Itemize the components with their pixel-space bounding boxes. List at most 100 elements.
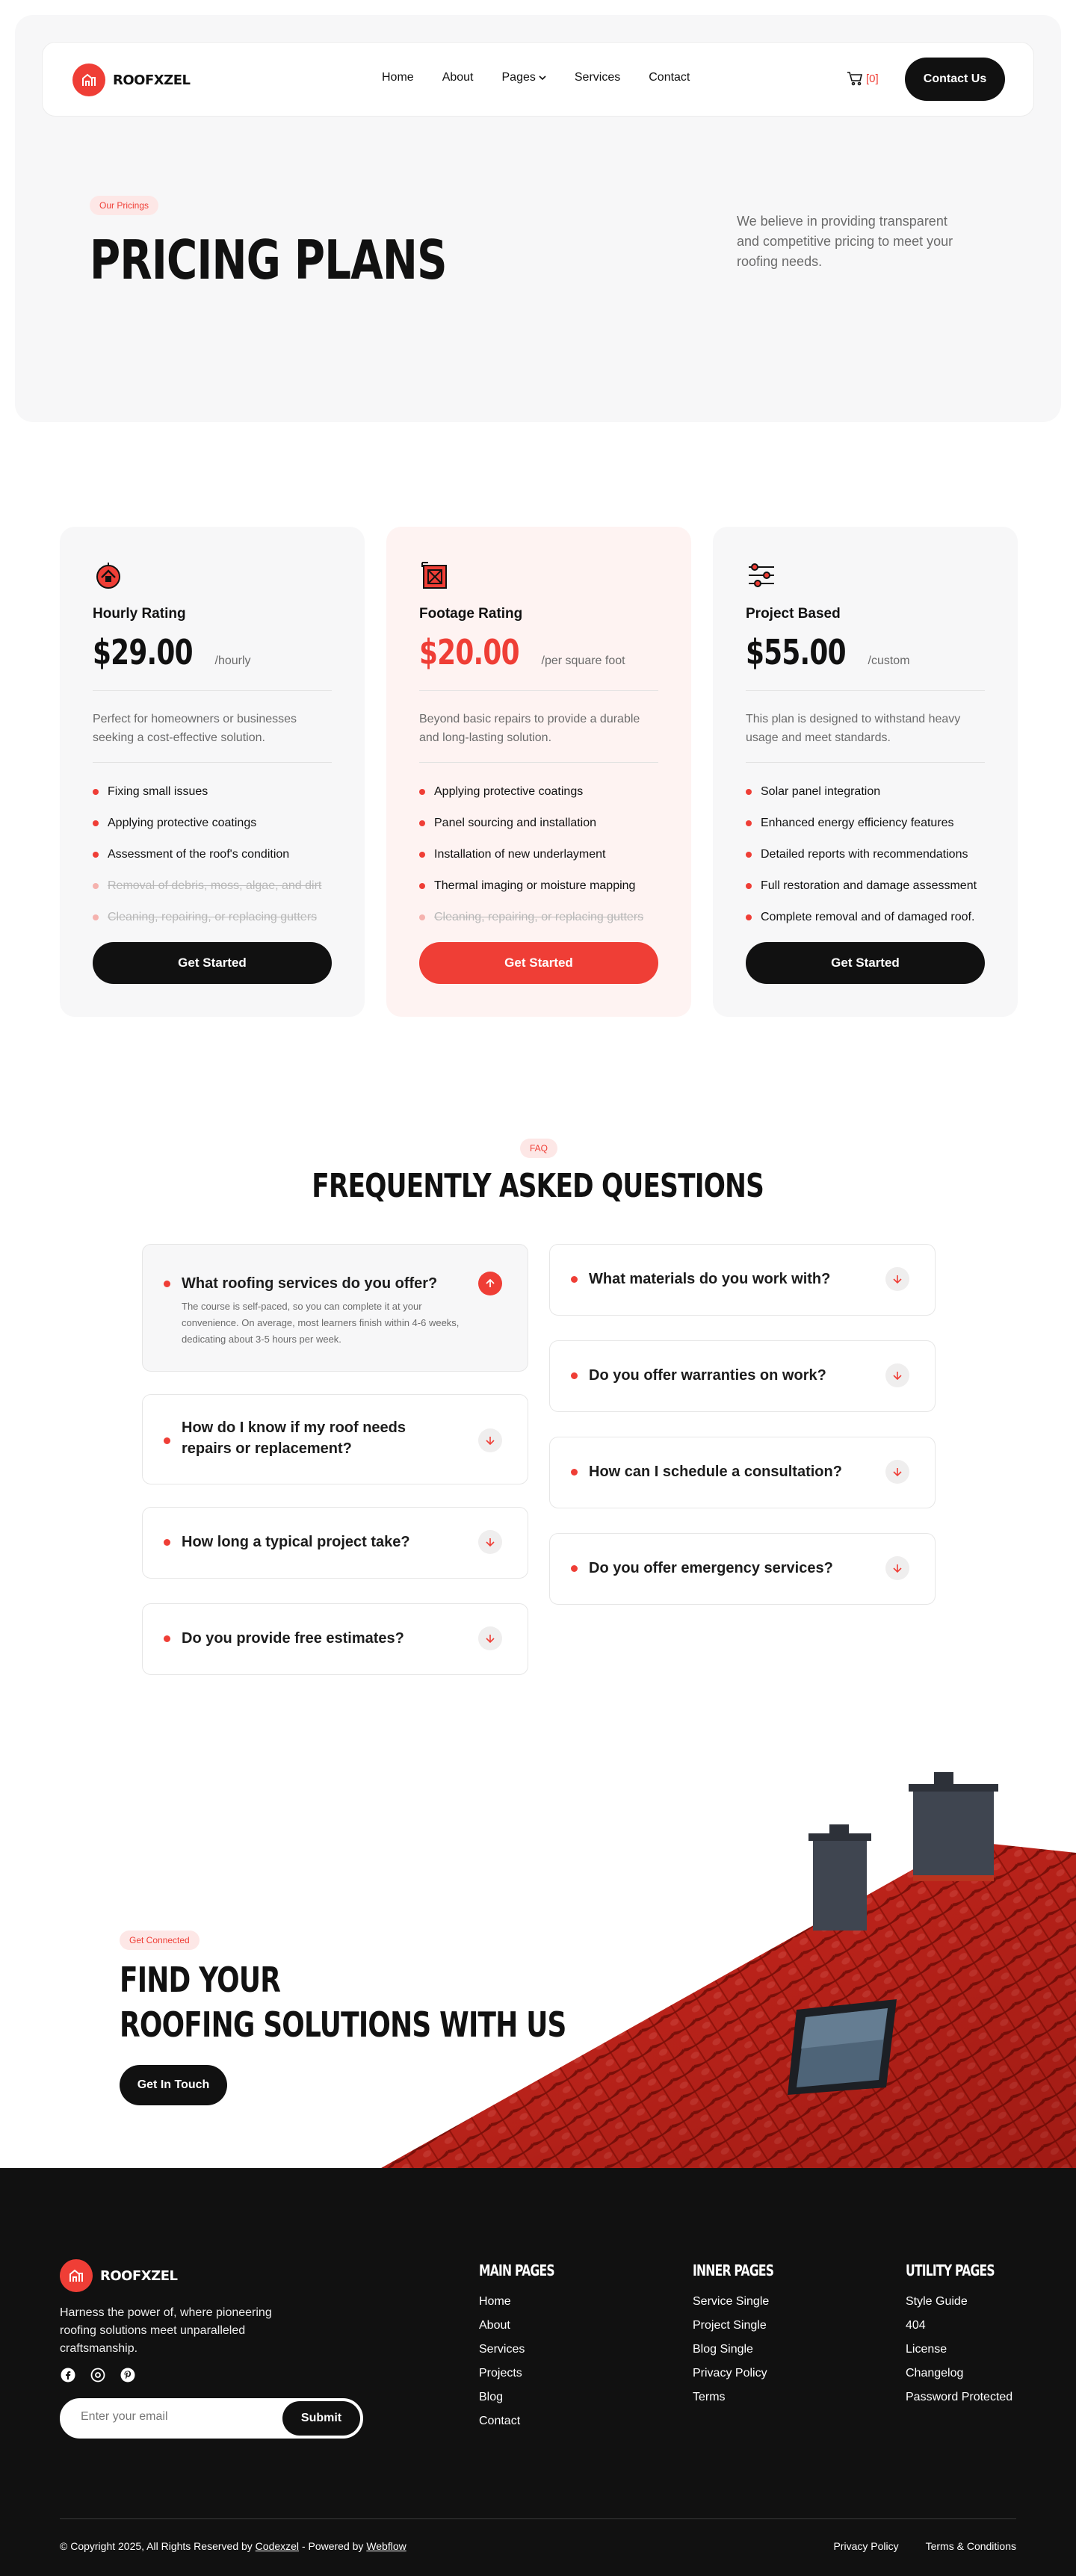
footer-link[interactable]: Blog Single — [693, 2338, 797, 2362]
bullet-icon — [93, 883, 99, 889]
bullet-icon — [746, 914, 752, 920]
plan-price-unit: /per square foot — [541, 654, 625, 667]
arrow-down-icon[interactable] — [478, 1530, 502, 1554]
arrow-up-icon[interactable] — [478, 1272, 502, 1295]
arrow-down-icon[interactable] — [885, 1363, 909, 1387]
faq-item[interactable]: Do you provide free estimates? — [142, 1603, 528, 1675]
plan-feature-text: Cleaning, repairing, or replacing gutter… — [434, 911, 644, 923]
arrow-down-icon[interactable] — [885, 1460, 909, 1484]
cta-title: FIND YOUR ROOFING SOLUTIONS WITH US — [120, 1957, 692, 2047]
plan-feature: Removal of debris, moss, algae, and dirt — [93, 870, 321, 902]
bullet-icon — [746, 852, 752, 858]
plan-feature-text: Applying protective coatings — [434, 785, 584, 798]
pricing-card: Project Based $55.00 /custom This plan i… — [713, 527, 1018, 1017]
footer-link[interactable]: About — [479, 2314, 575, 2338]
faq-title-text: FREQUENTLY ASKED QUESTIONS — [312, 1167, 765, 1205]
footer-link[interactable]: Contact — [479, 2409, 575, 2433]
bullet-icon — [571, 1276, 578, 1283]
privacy-policy-link[interactable]: Privacy Policy — [833, 2540, 898, 2552]
plan-name: Footage Rating — [419, 606, 523, 622]
footer-link[interactable]: Style Guide — [906, 2290, 1019, 2314]
contact-us-button[interactable]: Contact Us — [905, 58, 1005, 101]
footer-link[interactable]: Password Protected — [906, 2385, 1019, 2409]
bullet-icon — [164, 1281, 170, 1287]
faq-question: What materials do you work with? — [589, 1271, 831, 1287]
faq-pill: FAQ — [520, 1139, 558, 1158]
submit-button[interactable]: Submit — [282, 2401, 360, 2436]
plan-price-amount: $20.00 — [419, 630, 548, 675]
arrow-down-icon[interactable] — [885, 1556, 909, 1580]
arrow-down-icon[interactable] — [885, 1267, 909, 1291]
bullet-icon — [93, 820, 99, 826]
footer-column-title: UTILITY PAGES — [906, 2261, 1019, 2281]
plan-feature-text: Applying protective coatings — [108, 817, 257, 829]
roof-badge-icon — [93, 560, 124, 591]
dribbble-icon[interactable] — [90, 2367, 106, 2383]
footer-link[interactable]: Privacy Policy — [693, 2362, 797, 2385]
faq-item[interactable]: How can I schedule a consultation? — [549, 1437, 936, 1508]
faq-answer: The course is self-paced, so you can com… — [182, 1301, 460, 1345]
get-started-button[interactable]: Get Started — [419, 942, 658, 984]
pinterest-icon[interactable] — [120, 2367, 136, 2383]
faq-item[interactable]: Do you offer warranties on work? — [549, 1340, 936, 1412]
divider — [93, 690, 332, 691]
brand-logo[interactable]: ROOFXZEL — [72, 64, 191, 96]
nav-home[interactable]: Home — [382, 71, 414, 84]
bullet-icon — [571, 1565, 578, 1572]
email-input[interactable] — [81, 2410, 260, 2424]
get-started-button[interactable]: Get Started — [746, 942, 985, 984]
get-started-button[interactable]: Get Started — [93, 942, 332, 984]
plan-feature-text: Complete removal and of damaged roof. — [761, 911, 975, 923]
arrow-down-icon[interactable] — [478, 1626, 502, 1650]
faq-item[interactable]: How do I know if my roof needs repairs o… — [142, 1394, 528, 1484]
footer-link[interactable]: Services — [479, 2338, 575, 2362]
bullet-icon — [164, 1539, 170, 1546]
faq-item[interactable]: Do you offer emergency services? — [549, 1533, 936, 1605]
plan-feature-text: Solar panel integration — [761, 785, 881, 798]
divider — [746, 762, 985, 763]
bullet-icon — [419, 883, 425, 889]
terms-link[interactable]: Terms & Conditions — [926, 2540, 1016, 2552]
plan-feature: Applying protective coatings — [93, 808, 321, 839]
plan-feature: Cleaning, repairing, or replacing gutter… — [93, 902, 321, 933]
page-title: PRICING PLANS — [90, 230, 548, 291]
faq-question: Do you offer emergency services? — [589, 1560, 833, 1576]
faq-item[interactable]: What roofing services do you offer? The … — [142, 1244, 528, 1372]
facebook-icon[interactable] — [60, 2367, 76, 2383]
faq-item[interactable]: How long a typical project take? — [142, 1507, 528, 1579]
footer-link[interactable]: Home — [479, 2290, 575, 2314]
plan-description: This plan is designed to withstand heavy… — [746, 713, 961, 744]
footer-link[interactable]: Terms — [693, 2385, 797, 2409]
divider — [419, 762, 658, 763]
footer-logo[interactable]: ROOFXZEL — [60, 2259, 178, 2292]
footer-link[interactable]: Blog — [479, 2385, 575, 2409]
footer-link[interactable]: 404 — [906, 2314, 1019, 2338]
footer-link[interactable]: Project Single — [693, 2314, 797, 2338]
bullet-icon — [419, 852, 425, 858]
nav-services[interactable]: Services — [575, 71, 620, 84]
footer-link[interactable]: Changelog — [906, 2362, 1019, 2385]
arrow-down-icon[interactable] — [478, 1428, 502, 1452]
nav-pages[interactable]: Pages — [502, 71, 546, 84]
plan-price-unit: /custom — [868, 654, 910, 667]
footer-link[interactable]: Service Single — [693, 2290, 797, 2314]
get-in-touch-button[interactable]: Get In Touch — [120, 2065, 227, 2105]
nav-about[interactable]: About — [442, 71, 474, 84]
faq-question: What roofing services do you offer? — [182, 1275, 438, 1292]
cart-count: [0] — [866, 72, 879, 85]
bullet-icon — [419, 789, 425, 795]
plan-features: Fixing small issues Applying protective c… — [93, 776, 321, 933]
footer-link[interactable]: License — [906, 2338, 1019, 2362]
plan-feature-text: Installation of new underlayment — [434, 848, 606, 861]
faq-item[interactable]: What materials do you work with? — [549, 1244, 936, 1316]
bullet-icon — [93, 852, 99, 858]
webflow-link[interactable]: Webflow — [366, 2540, 406, 2552]
footer-column-title-text: UTILITY PAGES — [906, 2261, 995, 2279]
bullet-icon — [164, 1635, 170, 1642]
codexzel-link[interactable]: Codexzel — [256, 2540, 299, 2552]
plan-price-value: $20.00 — [419, 632, 520, 672]
cart-button[interactable]: [0] — [847, 71, 879, 86]
footer-column: UTILITY PAGES Style Guide 404 License Change… — [906, 2261, 1019, 2409]
nav-contact[interactable]: Contact — [649, 71, 690, 84]
footer-link[interactable]: Projects — [479, 2362, 575, 2385]
